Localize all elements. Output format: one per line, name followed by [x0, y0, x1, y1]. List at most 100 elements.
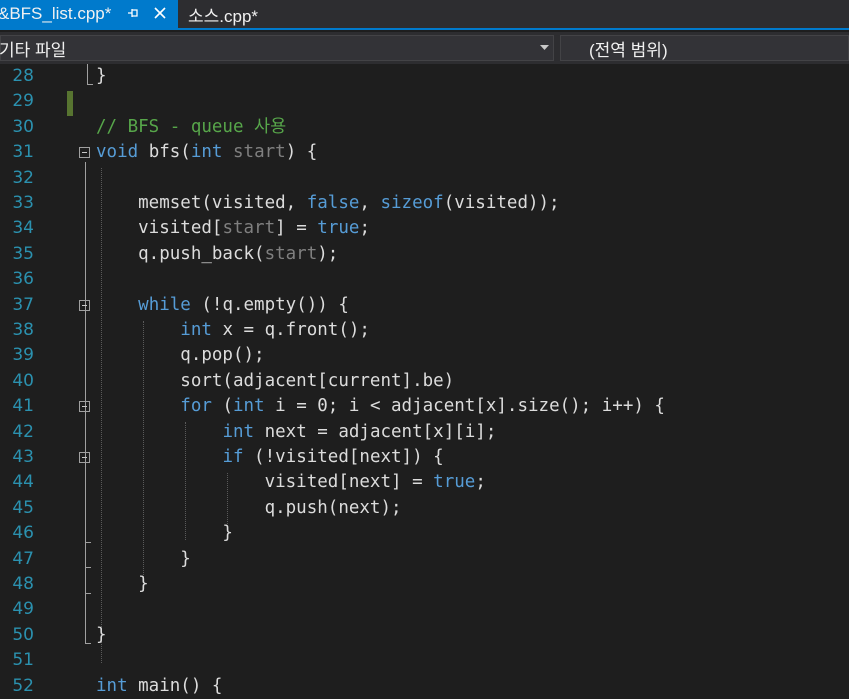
- code-token: ] =: [275, 218, 318, 239]
- code-line[interactable]: 51: [0, 648, 849, 673]
- code-line[interactable]: 34 visited[start] = true;: [0, 216, 849, 241]
- line-number: 34: [12, 218, 34, 239]
- code-text: int main() {: [96, 674, 222, 699]
- code-line[interactable]: 48 }: [0, 572, 849, 597]
- code-token: bfs(: [138, 142, 191, 163]
- close-icon[interactable]: [152, 5, 168, 21]
- tab-bfs-list-cpp[interactable]: &BFS_list.cpp*: [0, 0, 178, 28]
- code-token: sizeof: [380, 193, 444, 213]
- collapse-icon[interactable]: [79, 147, 90, 159]
- code-line[interactable]: 35 q.push_back(start);: [0, 242, 849, 267]
- collapse-icon[interactable]: [79, 299, 90, 311]
- line-number: 44: [12, 472, 34, 493]
- code-token: for: [180, 396, 212, 417]
- code-token: (: [211, 396, 233, 417]
- code-token: i = 0; i < adjacent[x].size(); i++) {: [264, 396, 665, 417]
- document-tab-bar: &BFS_list.cpp* 소스.cpp*: [0, 0, 849, 30]
- line-number: 43: [12, 447, 34, 467]
- code-line[interactable]: 52 int main() {: [0, 674, 849, 699]
- code-token: int: [232, 396, 265, 417]
- code-line[interactable]: 43 if (!visited[next]) {: [0, 445, 849, 470]
- code-text: if (!visited[next]) {: [96, 445, 444, 470]
- code-token: void: [96, 142, 139, 163]
- line-number: 49: [12, 599, 34, 620]
- code-token: q.pop();: [96, 345, 265, 366]
- code-line[interactable]: 45 q.push(next);: [0, 496, 849, 521]
- code-token: ;: [359, 218, 370, 239]
- code-token: start: [222, 218, 276, 239]
- code-line[interactable]: 28}: [0, 64, 849, 89]
- code-line[interactable]: 44 visited[next] = true;: [0, 470, 849, 495]
- code-line[interactable]: 36: [0, 267, 849, 292]
- line-number: 30: [12, 116, 34, 137]
- code-token: next = adjacent[x][i];: [254, 421, 497, 442]
- code-editor[interactable]: 28} 29 30 // BFS - queue 사용 31 void bfs(int s…: [0, 64, 849, 696]
- code-line[interactable]: 39 q.pop();: [0, 343, 849, 368]
- code-line[interactable]: 46 }: [0, 521, 849, 546]
- code-token: (!q.empty()) {: [190, 294, 349, 315]
- code-text: }: [96, 521, 233, 546]
- pin-icon[interactable]: [126, 6, 140, 20]
- code-token: }: [96, 624, 107, 645]
- code-text: q.push(next);: [96, 496, 402, 521]
- code-token: (!visited[next]) {: [243, 447, 444, 467]
- code-line[interactable]: 37 while (!q.empty()) {: [0, 293, 849, 318]
- member-dropdown[interactable]: (전역 범위): [560, 35, 849, 61]
- code-line[interactable]: 38 int x = q.front();: [0, 318, 849, 343]
- code-token: ) {: [285, 142, 318, 163]
- line-number: 48: [12, 574, 34, 594]
- code-token: }: [96, 548, 191, 569]
- code-line[interactable]: 50}: [0, 623, 849, 648]
- code-line[interactable]: 49: [0, 597, 849, 622]
- code-line[interactable]: 41 for (int i = 0; i < adjacent[x].size(…: [0, 394, 849, 419]
- tab-source-cpp[interactable]: 소스.cpp*: [180, 0, 330, 28]
- line-number: 40: [12, 370, 34, 391]
- code-text: memset(visited, false, sizeof(visited));: [96, 191, 560, 216]
- code-token: int: [222, 421, 255, 442]
- code-line[interactable]: 29: [0, 89, 849, 114]
- code-token: // BFS - queue 사용: [96, 116, 287, 137]
- collapse-icon[interactable]: [79, 401, 90, 413]
- line-number: 50: [12, 624, 34, 645]
- code-token: x = q.front();: [211, 320, 370, 340]
- code-token: visited[next] =: [96, 472, 434, 493]
- code-token: }: [96, 574, 149, 594]
- member-dropdown-label: (전역 범위): [589, 40, 668, 60]
- code-line[interactable]: 30 // BFS - queue 사용: [0, 115, 849, 140]
- code-token: ,: [359, 193, 381, 213]
- line-number: 45: [12, 497, 34, 518]
- code-token: (visited));: [443, 193, 560, 213]
- code-text: void bfs(int start) {: [96, 140, 317, 165]
- code-token: true: [433, 472, 476, 493]
- line-number: 32: [12, 167, 34, 188]
- code-token: start: [264, 243, 318, 264]
- line-number: 35: [12, 243, 34, 264]
- code-line[interactable]: 40 sort(adjacent[current].be): [0, 369, 849, 394]
- code-token: int: [190, 142, 223, 163]
- code-line[interactable]: 31 void bfs(int start) {: [0, 140, 849, 165]
- line-number: 38: [12, 320, 34, 340]
- line-number: 39: [12, 345, 34, 366]
- code-line[interactable]: 47 }: [0, 547, 849, 572]
- collapse-icon[interactable]: [79, 452, 90, 463]
- code-token: );: [317, 243, 339, 264]
- line-number: 37: [12, 294, 34, 315]
- navigation-bar: 기타 파일 (전역 범위): [0, 32, 849, 64]
- code-line[interactable]: 32: [0, 166, 849, 191]
- tab-label: &BFS_list.cpp*: [0, 4, 112, 23]
- code-text: // BFS - queue 사용: [96, 115, 286, 140]
- code-token: false: [306, 193, 360, 213]
- code-text: int next = adjacent[x][i];: [96, 420, 496, 445]
- scope-dropdown[interactable]: 기타 파일: [0, 35, 554, 61]
- dropdown-arrow-icon: [540, 45, 549, 50]
- line-number: 51: [12, 650, 34, 671]
- code-line[interactable]: 42 int next = adjacent[x][i];: [0, 420, 849, 445]
- code-token: sort(adjacent[current].be): [96, 370, 455, 391]
- code-line[interactable]: 33 memset(visited, false, sizeof(visited…: [0, 191, 849, 216]
- line-number: 33: [12, 193, 34, 213]
